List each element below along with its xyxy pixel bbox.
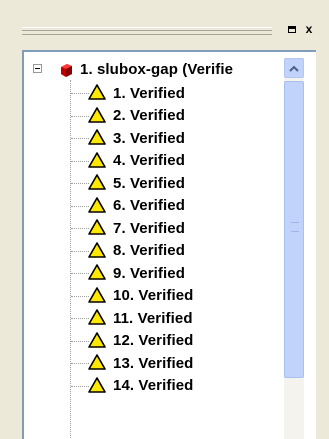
tree-child-label: 8. Verified	[113, 242, 185, 259]
tree-root-label: 1. slubox-gap (Verifie	[80, 60, 234, 78]
tree-connector	[71, 385, 89, 387]
drag-grip[interactable]	[22, 27, 272, 35]
tree-child-item[interactable]: 9. Verified	[113, 262, 185, 284]
scroll-up-button[interactable]	[284, 58, 304, 78]
tree-child-item[interactable]: 12. Verified	[113, 330, 193, 352]
panel-header: x	[0, 0, 329, 50]
close-icon: x	[305, 22, 313, 36]
tree-connector	[71, 93, 89, 94]
warning-triangle-icon	[88, 331, 106, 348]
warning-triangle-icon	[88, 84, 106, 100]
tree-connector	[71, 273, 89, 274]
tree-connector	[71, 363, 89, 364]
tree-child-label: 13. Verified	[113, 354, 194, 372]
tree-child-label: 3. Verified	[113, 129, 185, 147]
tree-child-label: 2. Verified	[113, 107, 185, 124]
tree-connector	[71, 205, 89, 207]
tree-child-item[interactable]: 11. Verified	[113, 307, 193, 329]
tree-root-item[interactable]: 1. slubox-gap (Verifie	[80, 58, 233, 80]
warning-triangle-icon	[88, 129, 106, 145]
tree-child-label: 6. Verified	[113, 197, 185, 214]
tree-connector	[71, 138, 89, 139]
warning-triangle-icon	[88, 106, 106, 123]
tree-connector	[71, 340, 89, 342]
warning-triangle-icon	[88, 309, 106, 325]
warning-triangle-icon	[88, 241, 106, 258]
tree-child-item[interactable]: 1. Verified	[113, 82, 185, 104]
tree-child-item[interactable]: 3. Verified	[113, 127, 185, 149]
tree-connector	[71, 295, 89, 297]
restore-button[interactable]	[285, 22, 299, 36]
tree-child-label: 5. Verified	[113, 174, 185, 192]
tree-child-item[interactable]: 2. Verified	[113, 105, 185, 127]
scroll-thumb[interactable]	[284, 81, 304, 378]
tree-connector	[71, 115, 89, 117]
close-button[interactable]: x	[302, 22, 316, 36]
warning-triangle-icon	[88, 354, 106, 370]
warning-triangle-icon	[88, 196, 106, 213]
tree-child-label: 9. Verified	[113, 264, 185, 282]
tree-child-label: 1. Verified	[113, 84, 185, 102]
warning-triangle-icon	[88, 286, 106, 303]
tree-child-label: 12. Verified	[113, 332, 194, 349]
tree-child-item[interactable]: 8. Verified	[113, 240, 185, 262]
tree-child-item[interactable]: 7. Verified	[113, 217, 185, 239]
warning-triangle-icon	[88, 376, 106, 393]
tree-view[interactable]: 1. slubox-gap (Verifie 1. Verified 2. Ver…	[22, 50, 316, 439]
tree-child-item[interactable]: 5. Verified	[113, 172, 185, 194]
thumb-grip	[291, 222, 299, 232]
red-cube-icon	[61, 64, 72, 77]
tree-connector	[71, 160, 89, 162]
tree-child-label: 7. Verified	[113, 219, 185, 237]
tree-child-label: 10. Verified	[113, 287, 194, 304]
tree-child-label: 11. Verified	[113, 309, 193, 327]
tree-connector	[71, 183, 89, 184]
tree-child-label: 4. Verified	[113, 152, 185, 169]
tree-child-item[interactable]: 4. Verified	[113, 150, 185, 172]
vertical-scrollbar[interactable]	[284, 58, 304, 439]
warning-triangle-icon	[88, 151, 106, 168]
tree-connector	[71, 250, 89, 252]
chevron-up-icon	[289, 65, 299, 72]
tree-child-item[interactable]: 6. Verified	[113, 195, 185, 217]
tree-child-label: 14. Verified	[113, 377, 194, 394]
warning-triangle-icon	[88, 264, 106, 280]
warning-triangle-icon	[88, 219, 106, 235]
restore-icon	[288, 25, 296, 33]
warning-triangle-icon	[88, 174, 106, 190]
tree-child-item[interactable]: 14. Verified	[113, 375, 193, 397]
tree-connector	[71, 318, 89, 319]
collapse-toggle-icon[interactable]	[33, 64, 42, 73]
tree-child-item[interactable]: 10. Verified	[113, 285, 193, 307]
tree-connector	[71, 228, 89, 229]
tree-child-item[interactable]: 13. Verified	[113, 352, 193, 374]
